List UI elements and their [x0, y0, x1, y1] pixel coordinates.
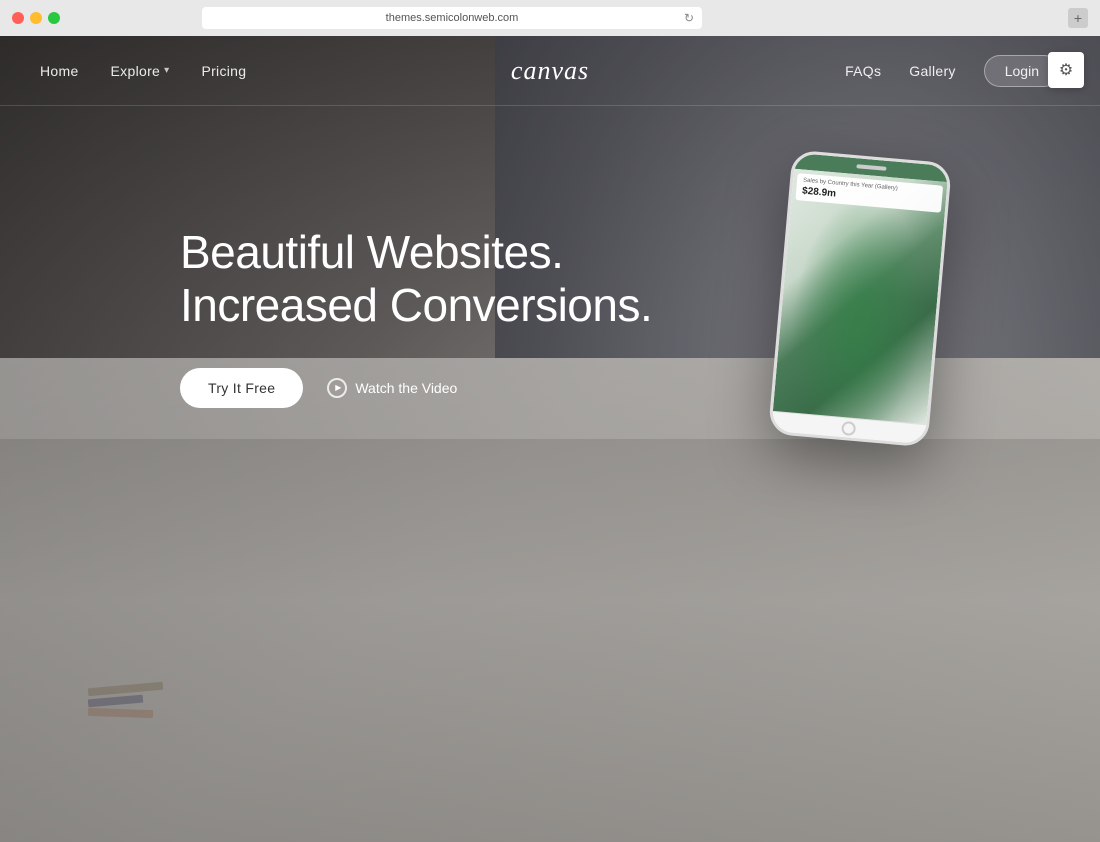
- explore-chevron-down-icon: ▾: [164, 65, 169, 76]
- close-button[interactable]: [12, 12, 24, 24]
- hero-headline-line1: Beautiful Websites.: [180, 226, 563, 278]
- url-text: themes.semicolonweb.com: [386, 12, 519, 24]
- background-books: [88, 685, 163, 721]
- book-2: [88, 695, 143, 708]
- minimize-button[interactable]: [30, 12, 42, 24]
- refresh-icon[interactable]: ↻: [684, 11, 694, 25]
- video-button-label: Watch the Video: [355, 380, 457, 396]
- traffic-lights: [12, 12, 60, 24]
- try-free-button[interactable]: Try It Free: [180, 368, 303, 408]
- website-container: ⚙ Home Explore ▾ Pricing canvas FAQs Gal…: [0, 36, 1100, 842]
- phone-device: Sales by Country this Year (Gallery) $28…: [768, 150, 952, 448]
- play-icon: ▶: [327, 378, 347, 398]
- book-3: [88, 708, 153, 718]
- explore-label: Explore: [111, 63, 161, 79]
- browser-chrome: themes.semicolonweb.com ↻ +: [0, 0, 1100, 36]
- navbar: Home Explore ▾ Pricing canvas FAQs Galle…: [0, 36, 1100, 106]
- nav-pricing[interactable]: Pricing: [201, 63, 246, 79]
- nav-gallery[interactable]: Gallery: [909, 63, 955, 79]
- maximize-button[interactable]: [48, 12, 60, 24]
- hero-headline-line2: Increased Conversions.: [180, 279, 652, 331]
- nav-explore[interactable]: Explore ▾: [111, 63, 170, 79]
- phone-map-area: Sales by Country this Year (Gallery) $28…: [773, 169, 948, 424]
- settings-button[interactable]: ⚙: [1048, 52, 1084, 88]
- nav-home[interactable]: Home: [40, 63, 79, 79]
- phone-mockup: Sales by Country this Year (Gallery) $28…: [768, 150, 952, 448]
- watch-video-button[interactable]: ▶ Watch the Video: [327, 378, 457, 398]
- address-bar[interactable]: themes.semicolonweb.com ↻: [202, 7, 702, 29]
- new-tab-button[interactable]: +: [1068, 8, 1088, 28]
- settings-icon: ⚙: [1059, 60, 1073, 80]
- nav-right: FAQs Gallery Login: [845, 55, 1060, 87]
- nav-left: Home Explore ▾ Pricing: [40, 63, 246, 79]
- phone-home-button: [841, 420, 856, 435]
- nav-faqs[interactable]: FAQs: [845, 63, 881, 79]
- phone-screen: Sales by Country this Year (Gallery) $28…: [771, 153, 949, 444]
- site-logo[interactable]: canvas: [511, 56, 589, 86]
